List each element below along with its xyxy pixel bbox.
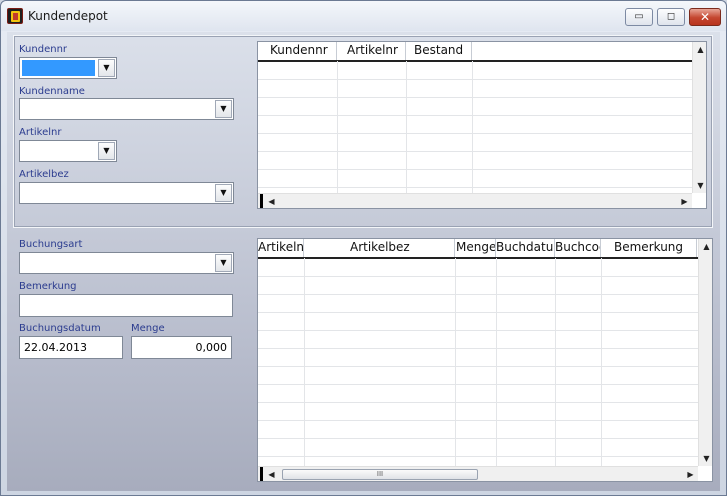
grid-header-artikelnr[interactable]: Artikelnr bbox=[337, 42, 406, 60]
vertical-scrollbar[interactable]: ▲ ▼ bbox=[698, 239, 712, 466]
grid-header-artikelnr[interactable]: Artikelnr bbox=[258, 239, 304, 257]
maximize-button[interactable]: ◻ bbox=[657, 8, 685, 26]
grid-row-line bbox=[258, 294, 698, 295]
dropdown-arrow-icon[interactable]: ▼ bbox=[215, 100, 232, 118]
artikelbez-combo[interactable]: ▼ bbox=[19, 182, 234, 204]
grid-row-line bbox=[258, 348, 698, 349]
scroll-down-icon[interactable]: ▼ bbox=[699, 451, 712, 466]
window-title: Kundendepot bbox=[28, 9, 108, 23]
grid-row-line bbox=[258, 456, 698, 457]
dropdown-arrow-icon[interactable]: ▼ bbox=[215, 184, 232, 202]
client-area: Kundennr ▼ Kundenname ▼ Artikelnr ▼ Arti… bbox=[7, 32, 720, 491]
title-bar[interactable]: Kundendepot ▭ ◻ ✕ bbox=[1, 1, 726, 31]
grid-col-line bbox=[555, 258, 556, 467]
grid-row-line bbox=[258, 133, 692, 134]
scroll-thumb[interactable]: III bbox=[282, 469, 478, 480]
grid-row-line bbox=[258, 438, 698, 439]
grid-row-line bbox=[258, 79, 692, 80]
artikelnr-combo[interactable]: ▼ bbox=[19, 140, 117, 162]
scroll-up-icon[interactable]: ▲ bbox=[699, 239, 712, 254]
scroll-up-icon[interactable]: ▲ bbox=[693, 42, 706, 57]
vertical-scrollbar[interactable]: ▲ ▼ bbox=[692, 42, 706, 193]
kundenname-combo[interactable]: ▼ bbox=[19, 98, 234, 120]
bemerkung-label: Bemerkung bbox=[19, 281, 77, 292]
dropdown-arrow-icon[interactable]: ▼ bbox=[98, 59, 115, 77]
grid-row-line bbox=[258, 402, 698, 403]
grid-row-line bbox=[258, 187, 692, 188]
grid-col-line bbox=[304, 258, 305, 467]
grid-row-line bbox=[258, 151, 692, 152]
grid-header-bemerkung[interactable]: Bemerkung bbox=[601, 239, 697, 257]
buchungsdatum-input[interactable]: 22.04.2013 bbox=[19, 336, 123, 359]
grid-row-line bbox=[258, 330, 698, 331]
grid-header-bestand[interactable]: Bestand bbox=[406, 42, 472, 60]
grid-header-menge[interactable]: Menge bbox=[455, 239, 496, 257]
grid-col-line bbox=[601, 258, 602, 467]
dropdown-arrow-icon[interactable]: ▼ bbox=[215, 254, 232, 272]
bemerkung-input[interactable] bbox=[19, 294, 233, 317]
grid-header-buchdatum[interactable]: Buchdatum bbox=[496, 239, 555, 257]
kundennr-label: Kundennr bbox=[19, 44, 68, 55]
menge-label: Menge bbox=[131, 323, 165, 334]
buchungsart-combo[interactable]: ▼ bbox=[19, 252, 234, 274]
grid-col-line bbox=[337, 61, 338, 193]
dropdown-arrow-icon[interactable]: ▼ bbox=[98, 142, 115, 160]
grid-row-line bbox=[258, 97, 692, 98]
menge-input[interactable]: 0,000 bbox=[131, 336, 232, 359]
grid-col-line bbox=[496, 258, 497, 467]
grid-row-line bbox=[258, 276, 698, 277]
horizontal-scrollbar[interactable]: ◀ III ▶ bbox=[258, 466, 698, 481]
row-marker bbox=[260, 194, 263, 208]
grid-col-line bbox=[472, 61, 473, 193]
grid-row-line bbox=[258, 420, 698, 421]
grid-col-line bbox=[455, 258, 456, 467]
app-icon[interactable] bbox=[7, 8, 23, 24]
artikelbez-label: Artikelbez bbox=[19, 169, 69, 180]
grid-row-line bbox=[258, 366, 698, 367]
scroll-right-icon[interactable]: ▶ bbox=[683, 467, 698, 481]
scroll-right-icon[interactable]: ▶ bbox=[677, 194, 692, 208]
buchungen-grid[interactable]: Artikelnr Artikelbez Menge Buchdatum Buc… bbox=[257, 238, 713, 482]
kundennr-combo[interactable]: ▼ bbox=[19, 57, 117, 79]
artikelnr-label: Artikelnr bbox=[19, 127, 62, 138]
grid-header-kundennr[interactable]: Kundennr bbox=[258, 42, 337, 60]
minimize-button[interactable]: ▭ bbox=[625, 8, 653, 26]
grid-row-line bbox=[258, 169, 692, 170]
grid-header-line bbox=[258, 60, 692, 62]
grid-header-buchcode[interactable]: Buchcode bbox=[555, 239, 601, 257]
scroll-left-icon[interactable]: ◀ bbox=[264, 467, 279, 481]
buchungsart-label: Buchungsart bbox=[19, 239, 83, 250]
row-marker bbox=[260, 467, 263, 481]
grid-row-line bbox=[258, 384, 698, 385]
close-button[interactable]: ✕ bbox=[689, 8, 721, 26]
grid-row-line bbox=[258, 115, 692, 116]
grid-col-line bbox=[406, 61, 407, 193]
bestand-grid[interactable]: Kundennr Artikelnr Bestand ▲ ▼ ◀ ▶ bbox=[257, 41, 707, 209]
kundennr-selection bbox=[22, 60, 95, 76]
buchungsdatum-label: Buchungsdatum bbox=[19, 323, 101, 334]
horizontal-scrollbar[interactable]: ◀ ▶ bbox=[258, 193, 692, 208]
grid-row-line bbox=[258, 312, 698, 313]
app-window: Kundendepot ▭ ◻ ✕ Kundennr ▼ Kundenname … bbox=[0, 0, 727, 496]
kundenname-label: Kundenname bbox=[19, 86, 85, 97]
scroll-down-icon[interactable]: ▼ bbox=[693, 178, 706, 193]
grid-header-line bbox=[258, 257, 698, 259]
grid-header-artikelbez[interactable]: Artikelbez bbox=[304, 239, 455, 257]
scroll-left-icon[interactable]: ◀ bbox=[264, 194, 279, 208]
